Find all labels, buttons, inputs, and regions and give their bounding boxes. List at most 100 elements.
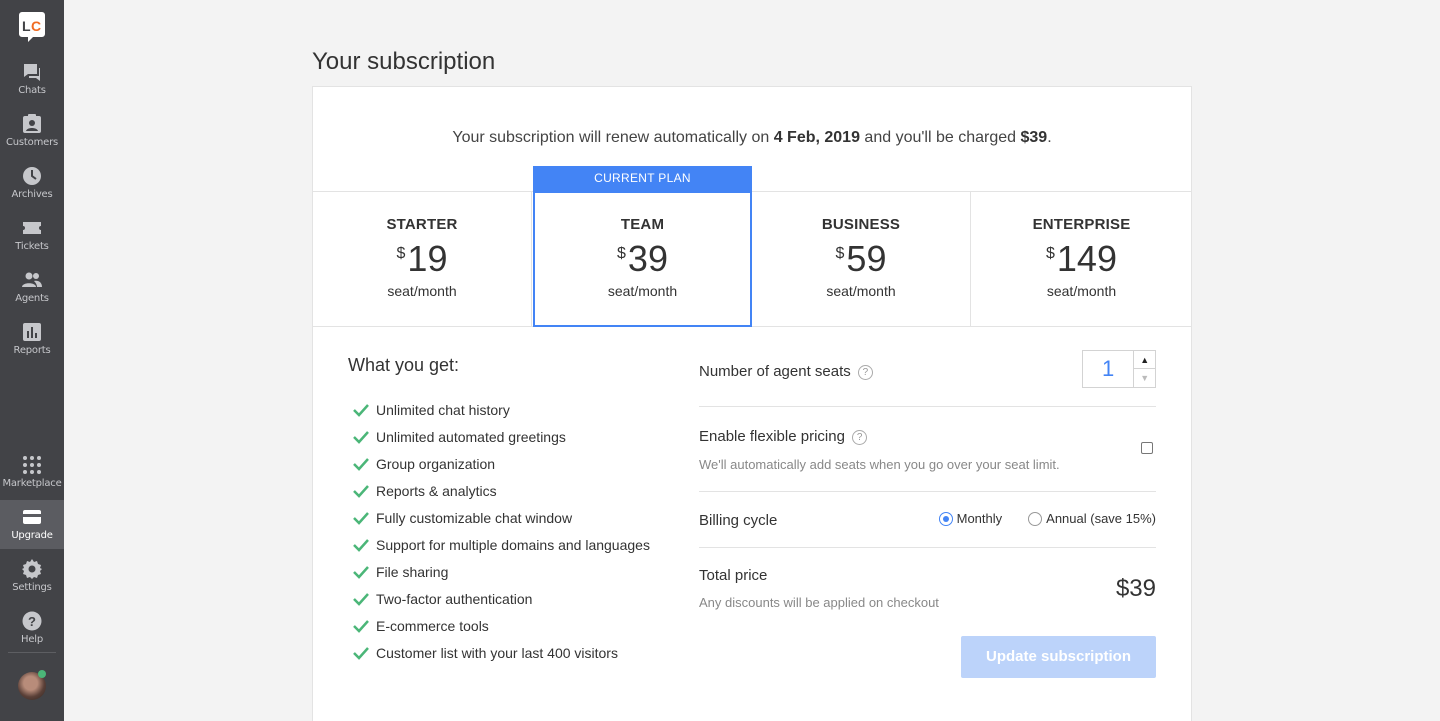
sidebar-item-help[interactable]: ? Help xyxy=(0,607,64,655)
plan-price: $59 xyxy=(752,239,970,279)
total-price-label: Total price xyxy=(699,567,768,584)
plan-list: STARTER $19 seat/month TEAM $39 seat/mon… xyxy=(313,191,1191,327)
seats-stepper[interactable]: 1 ▲ ▼ xyxy=(1082,350,1156,388)
sidebar-item-archives[interactable]: Archives xyxy=(0,162,64,210)
plan-price: $39 xyxy=(535,239,750,279)
check-icon xyxy=(353,592,369,606)
plan-period: seat/month xyxy=(826,283,896,299)
feature-text: File sharing xyxy=(376,563,449,580)
check-icon xyxy=(353,484,369,498)
billing-monthly-option[interactable]: Monthly xyxy=(938,511,1003,526)
seats-input[interactable]: 1 xyxy=(1083,351,1135,387)
plan-period: seat/month xyxy=(1046,283,1117,299)
billing-cycle-options: Monthly Annual (save 15%) xyxy=(938,511,1156,526)
sidebar-item-label: Chats xyxy=(18,85,46,96)
sidebar-item-label: Upgrade xyxy=(11,530,53,541)
card-icon xyxy=(23,510,41,524)
flexible-pricing-label: Enable flexible pricing ? xyxy=(699,428,868,445)
check-icon xyxy=(353,511,369,525)
feature-text: Group organization xyxy=(376,455,496,472)
plan-price: $149 xyxy=(972,239,1191,279)
grid-icon xyxy=(23,456,41,474)
sidebar-item-label: Tickets xyxy=(15,241,49,252)
svg-text:C: C xyxy=(31,18,41,34)
sidebar-item-settings[interactable]: Settings xyxy=(0,555,64,603)
radio-annual[interactable] xyxy=(1028,511,1043,526)
sidebar-item-customers[interactable]: Customers xyxy=(0,110,64,158)
current-plan-tag: CURRENT PLAN xyxy=(533,166,752,192)
decrement-arrow-icon[interactable]: ▼ xyxy=(1134,369,1155,387)
renewal-suffix: . xyxy=(1047,129,1052,146)
sidebar-item-label: Settings xyxy=(12,582,52,593)
flexible-pricing-description: We'll automatically add seats when you g… xyxy=(699,457,1060,472)
plan-name: BUSINESS xyxy=(821,216,901,233)
feature-text: Fully customizable chat window xyxy=(376,509,573,526)
sidebar-item-tickets[interactable]: Tickets xyxy=(0,214,64,262)
svg-text:L: L xyxy=(22,18,31,34)
seats-label: Number of agent seats ? xyxy=(699,363,873,380)
feature-item: Two-factor authentication xyxy=(348,585,668,612)
seats-row: Number of agent seats ? 1 ▲ ▼ xyxy=(699,347,1156,407)
sidebar-item-agents[interactable]: Agents xyxy=(0,266,64,314)
feature-item: Group organization xyxy=(348,450,668,477)
billing-annual-option[interactable]: Annual (save 15%) xyxy=(1028,511,1156,526)
plan-currency: $ xyxy=(1046,245,1055,262)
plan-amount: 59 xyxy=(846,238,887,279)
radio-monthly[interactable] xyxy=(938,511,953,526)
plan-starter[interactable]: STARTER $19 seat/month xyxy=(313,192,532,326)
help-icon[interactable]: ? xyxy=(857,364,873,380)
status-indicator xyxy=(38,670,46,678)
feature-list: What you get: Unlimited chat history Unl… xyxy=(348,355,668,666)
check-icon xyxy=(353,565,369,579)
feature-item: Unlimited chat history xyxy=(348,396,668,423)
feature-text: Unlimited chat history xyxy=(376,401,510,418)
radio-label: Annual (save 15%) xyxy=(1046,511,1156,526)
feature-item: File sharing xyxy=(348,558,668,585)
flexible-pricing-checkbox[interactable] xyxy=(1141,442,1153,454)
renewal-date: 4 Feb, 2019 xyxy=(773,129,860,146)
total-price-note: Any discounts will be applied on checkou… xyxy=(699,595,939,610)
chat-icon xyxy=(24,64,40,81)
plan-currency: $ xyxy=(396,245,406,262)
renewal-middle: and you'll be charged xyxy=(859,129,1021,146)
radio-label: Monthly xyxy=(956,511,1003,526)
sidebar-item-label: Customers xyxy=(6,137,58,148)
plan-currency: $ xyxy=(835,245,845,262)
update-subscription-button[interactable]: Update subscription xyxy=(961,636,1156,678)
plan-amount: 149 xyxy=(1056,238,1117,279)
help-icon[interactable]: ? xyxy=(852,429,868,445)
stepper-arrows: ▲ ▼ xyxy=(1134,351,1155,387)
check-icon xyxy=(353,430,369,444)
plan-enterprise[interactable]: ENTERPRISE $149 seat/month xyxy=(972,192,1191,326)
plan-team[interactable]: TEAM $39 seat/month xyxy=(533,191,752,327)
sidebar-item-chats[interactable]: Chats xyxy=(0,58,64,106)
page-title: Your subscription xyxy=(312,48,496,75)
check-icon xyxy=(353,457,369,471)
subscription-card: Your subscription will renew automatical… xyxy=(312,86,1192,721)
billing-cycle-label: Billing cycle xyxy=(699,512,778,529)
feature-item: Support for multiple domains and languag… xyxy=(348,531,668,558)
check-icon xyxy=(353,646,369,660)
feature-item: Reports & analytics xyxy=(348,477,668,504)
plan-business[interactable]: BUSINESS $59 seat/month xyxy=(752,192,971,326)
sidebar-item-marketplace[interactable]: Marketplace xyxy=(0,451,64,499)
feature-text: Reports & analytics xyxy=(376,482,497,499)
clock-icon xyxy=(23,167,41,185)
plan-amount: 19 xyxy=(407,238,448,279)
check-icon xyxy=(353,403,369,417)
flexible-pricing-row: Enable flexible pricing ? We'll automati… xyxy=(699,407,1156,492)
sidebar-item-label: Marketplace xyxy=(2,478,62,489)
subscription-settings: Number of agent seats ? 1 ▲ ▼ Enable fle… xyxy=(699,347,1156,683)
sidebar-item-upgrade[interactable]: Upgrade xyxy=(0,500,64,549)
plan-amount: 39 xyxy=(627,238,668,279)
feature-text: Customer list with your last 400 visitor… xyxy=(376,644,618,661)
feature-item: Fully customizable chat window xyxy=(348,504,668,531)
ticket-icon xyxy=(23,222,41,234)
sidebar-item-reports[interactable]: Reports xyxy=(0,318,64,366)
check-icon xyxy=(353,619,369,633)
livechat-logo-icon[interactable]: L C xyxy=(19,12,45,42)
feature-text: Support for multiple domains and languag… xyxy=(376,536,650,553)
plan-price: $19 xyxy=(313,239,531,279)
increment-arrow-icon[interactable]: ▲ xyxy=(1134,351,1155,369)
flexible-pricing-text: Enable flexible pricing xyxy=(699,428,845,445)
